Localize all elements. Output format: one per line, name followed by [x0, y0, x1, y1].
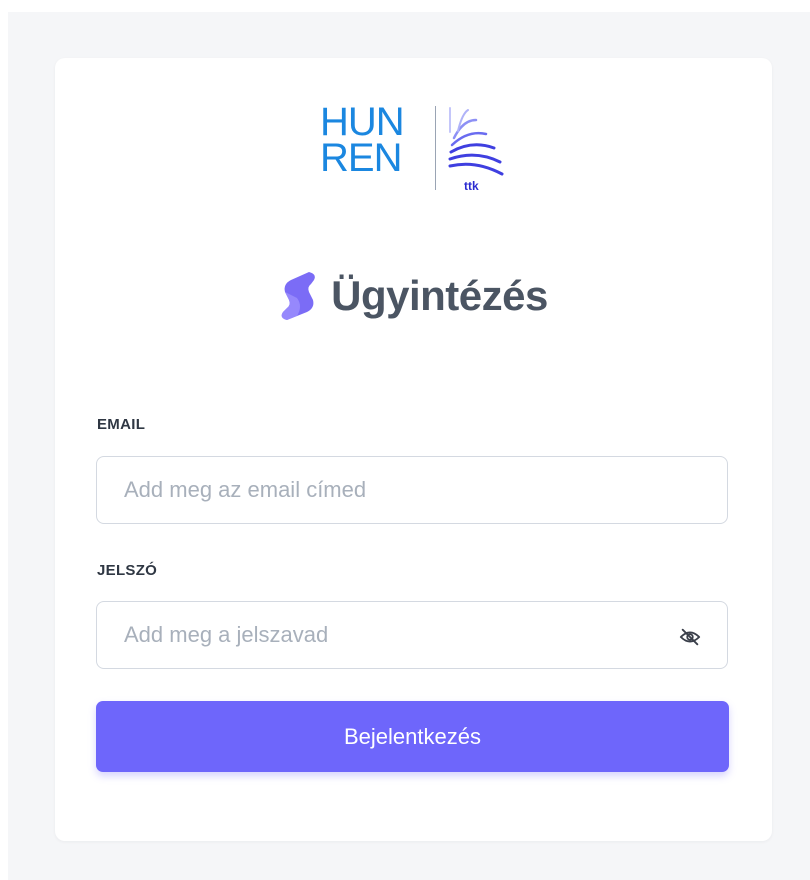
password-label: JELSZÓ: [97, 562, 158, 579]
logo-wordmark: HUN REN: [320, 100, 405, 180]
email-label: EMAIL: [97, 416, 146, 433]
app-title: Ügyintézés: [331, 272, 548, 319]
logo-sub: ttk: [464, 179, 479, 193]
login-button[interactable]: Bejelentkezés: [96, 701, 729, 772]
logo-divider: [435, 106, 436, 190]
password-field-wrapper: [96, 601, 728, 669]
hun-ren-ttk-logo: HUN REN ttk: [320, 100, 520, 204]
eye-off-icon[interactable]: [679, 626, 701, 648]
logo-line-1: HUN: [320, 100, 405, 144]
email-field-wrapper: [96, 456, 728, 524]
password-input[interactable]: [97, 602, 727, 668]
logo-line-2: REN: [320, 136, 402, 180]
logo-mark-icon: ttk: [448, 107, 504, 193]
s-logo-icon: [281, 272, 315, 320]
app-brand: Ügyintézés: [55, 270, 772, 326]
login-card: HUN REN ttk Ügyintézés EMAIL Add meg az …: [55, 58, 772, 841]
email-input[interactable]: [97, 457, 727, 523]
